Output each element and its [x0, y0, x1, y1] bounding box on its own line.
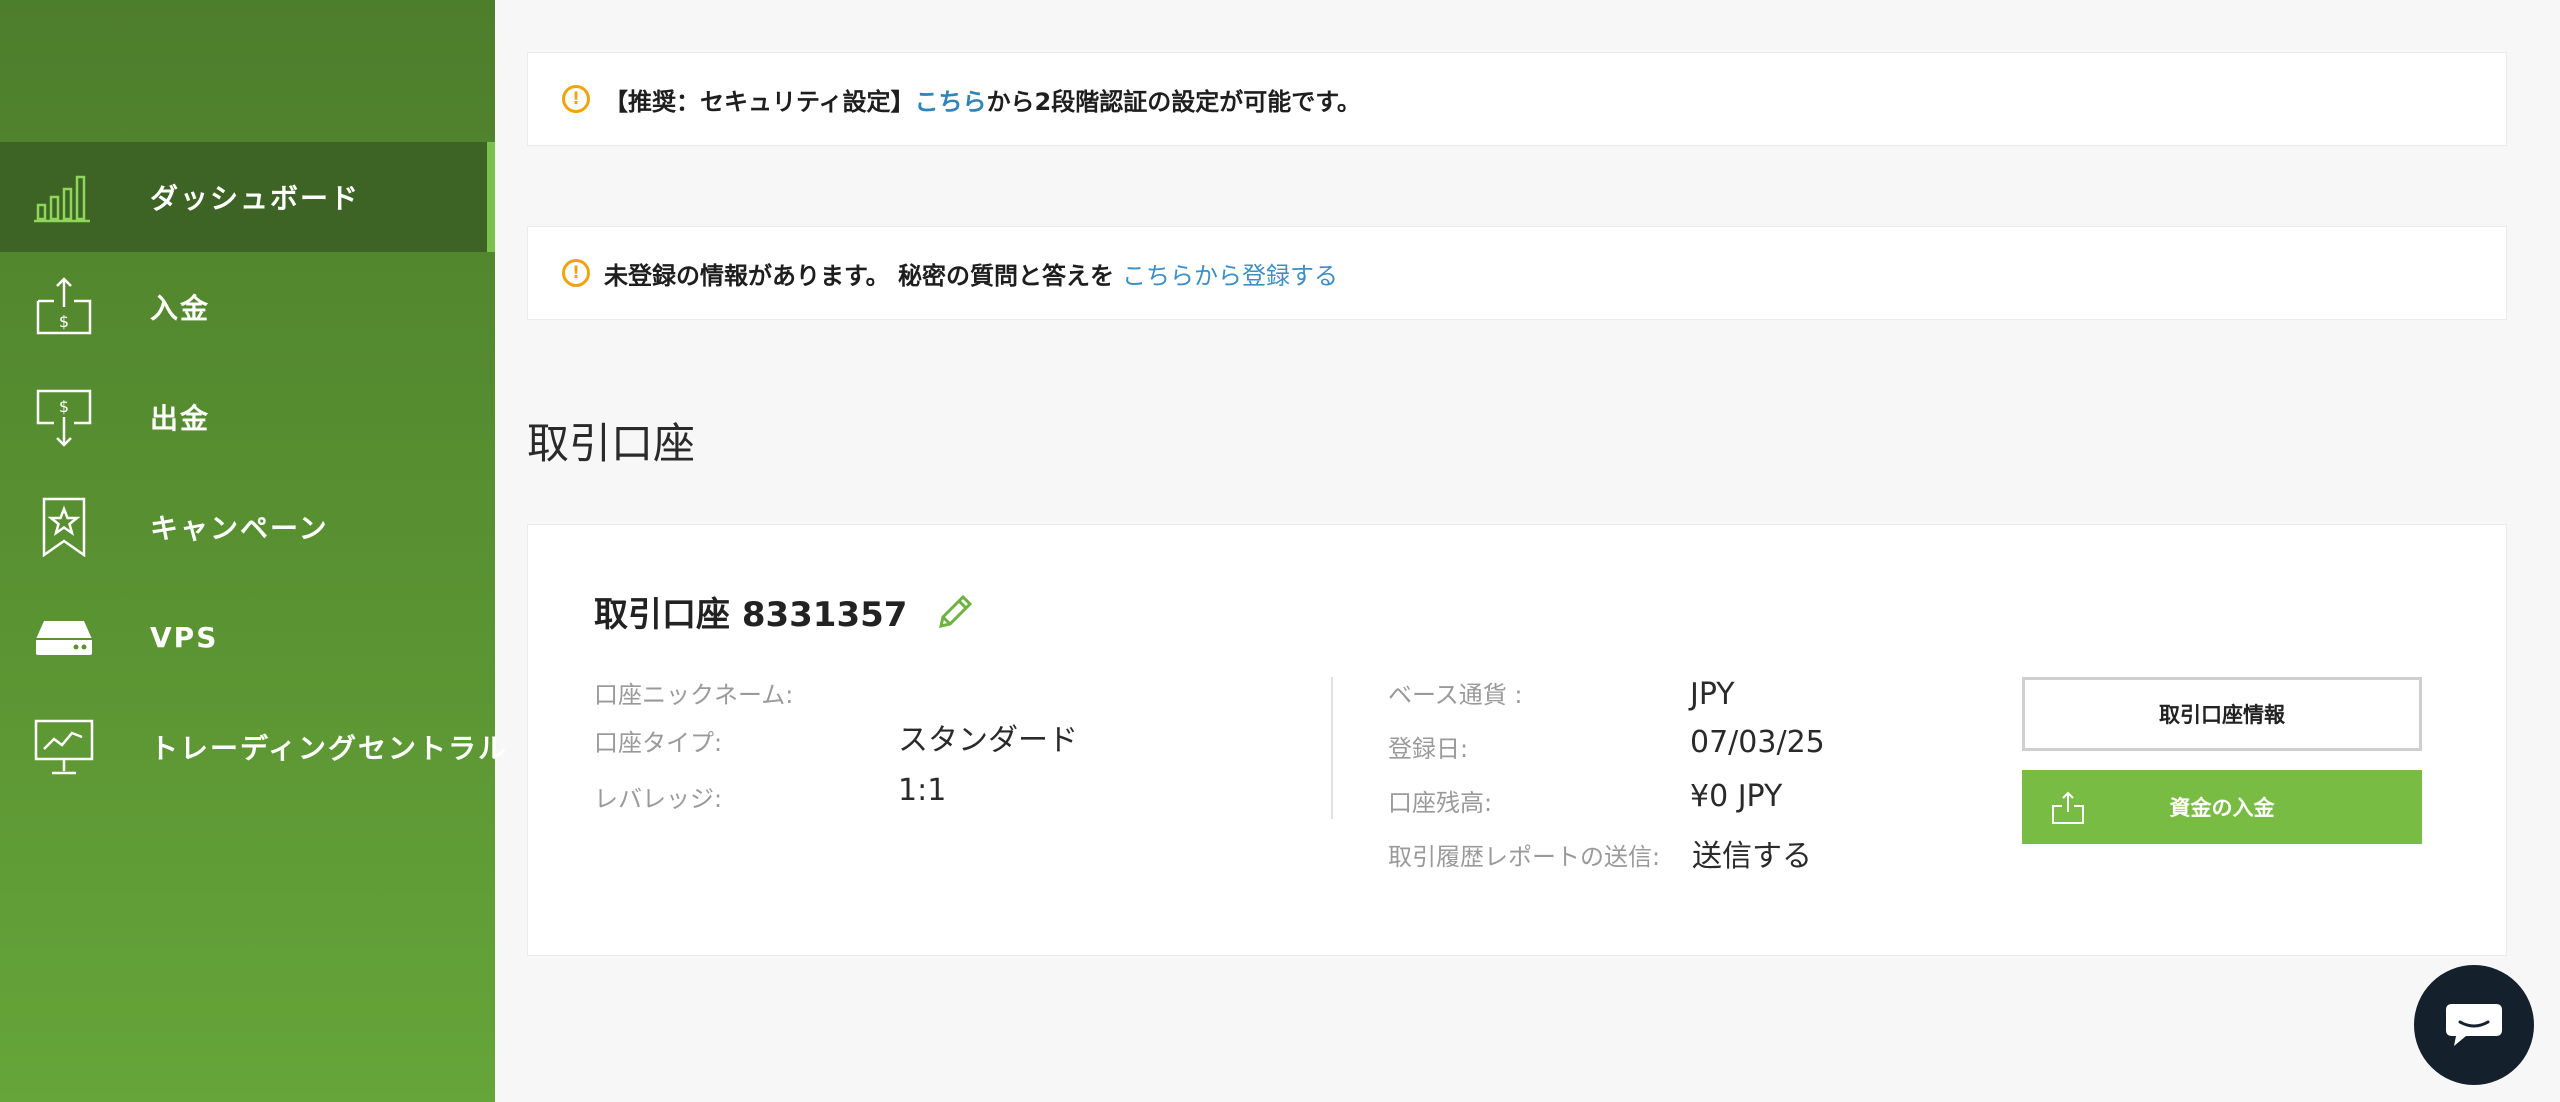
edit-pencil-icon[interactable]	[933, 590, 977, 634]
sidebar-item-trading-central[interactable]: トレーディングセントラル	[0, 692, 506, 802]
sidebar: ダッシュボード $ 入金 $ 出金 キャンペーン VPS トレーディングセントラ…	[0, 0, 506, 1102]
withdraw-icon: $	[34, 387, 94, 447]
sidebar-nav: ダッシュボード $ 入金 $ 出金 キャンペーン VPS トレーディングセントラ…	[0, 142, 506, 802]
balance-label: 口座残高:	[1388, 789, 1493, 817]
fund-deposit-label: 資金の入金	[2169, 796, 2275, 820]
bookmark-star-icon	[34, 497, 94, 557]
sidebar-item-withdraw[interactable]: $ 出金	[0, 362, 495, 472]
account-title-text: 取引口座 8331357	[594, 595, 908, 635]
register-secret-link[interactable]: こちらから登録する	[1122, 256, 1338, 291]
deposit-icon	[2052, 791, 2084, 824]
warning-icon: !	[562, 259, 590, 287]
security-notice-prefix: 【推奨：セキュリティ設定】	[604, 87, 915, 116]
account-type-label: 口座タイプ:	[594, 729, 723, 757]
monitor-chart-icon	[34, 717, 94, 777]
account-title: 取引口座 8331357	[594, 587, 977, 636]
sidebar-item-dashboard[interactable]: ダッシュボード	[0, 142, 495, 252]
sidebar-item-label: 入金	[150, 292, 211, 325]
account-type-value: スタンダード	[898, 723, 1078, 758]
sidebar-item-label: ダッシュボード	[150, 182, 361, 215]
fund-deposit-button[interactable]: 資金の入金	[2022, 770, 2422, 844]
registration-date-value: 07/03/25	[1690, 725, 1825, 760]
deposit-icon: $	[34, 277, 94, 337]
account-info-button[interactable]: 取引口座情報	[2022, 677, 2422, 751]
security-settings-link[interactable]: こちら	[915, 82, 987, 117]
sidebar-item-deposit[interactable]: $ 入金	[0, 252, 495, 362]
balance-value: ¥0 JPY	[1690, 779, 1783, 814]
registration-date-label: 登録日:	[1388, 735, 1469, 763]
page-title: 取引口座	[527, 419, 696, 468]
account-card: 取引口座 8331357 口座ニックネーム: 口座タイプ: スタンダード レバレ…	[527, 524, 2507, 956]
card-divider	[1331, 677, 1333, 819]
security-notice-suffix: から2段階認証の設定が可能です。	[986, 87, 1361, 116]
sidebar-item-label: キャンペーン	[150, 512, 329, 545]
base-currency-label: ベース通貨 :	[1388, 681, 1523, 709]
secret-notice-text: 未登録の情報があります。 秘密の質問と答えを	[604, 261, 1114, 290]
secret-question-notice: ! 未登録の情報があります。 秘密の質問と答えを こちらから登録する	[527, 226, 2507, 320]
bar-chart-icon	[34, 167, 94, 227]
report-value: 送信する	[1692, 839, 1812, 874]
nickname-label: 口座ニックネーム:	[594, 681, 794, 709]
sidebar-item-campaign[interactable]: キャンペーン	[0, 472, 495, 582]
svg-text:$: $	[59, 312, 69, 331]
chat-button[interactable]	[2414, 965, 2534, 1085]
security-notice: ! 【推奨：セキュリティ設定】 こちら から2段階認証の設定が可能です。	[527, 52, 2507, 146]
svg-text:$: $	[59, 397, 69, 416]
leverage-label: レバレッジ:	[594, 785, 723, 813]
sidebar-item-label: 出金	[150, 402, 211, 435]
sidebar-item-label: トレーディングセントラル	[150, 732, 509, 765]
server-icon	[34, 607, 94, 667]
chat-bubble-icon	[2446, 1004, 2502, 1046]
warning-icon: !	[562, 85, 590, 113]
base-currency-value: JPY	[1690, 677, 1735, 712]
leverage-value: 1:1	[898, 773, 947, 808]
report-label: 取引履歴レポートの送信:	[1388, 843, 1661, 871]
sidebar-item-vps[interactable]: VPS	[0, 582, 495, 692]
sidebar-item-label: VPS	[150, 620, 219, 654]
